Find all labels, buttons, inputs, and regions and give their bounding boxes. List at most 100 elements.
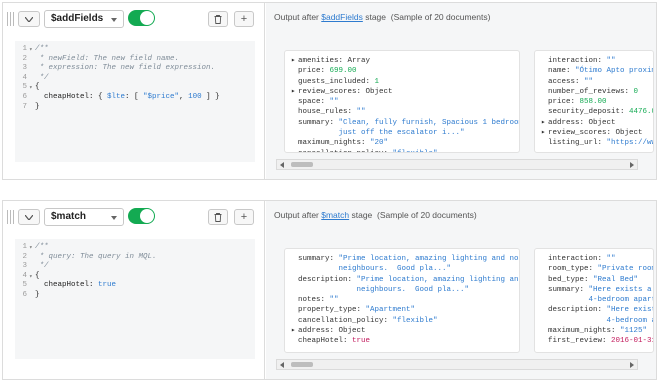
- output-suffix: stage: [362, 12, 386, 22]
- editor-line: 7}: [15, 103, 255, 113]
- stage-code-editor[interactable]: 1 ▾/** 2 * newField: The new field name. 3 …: [15, 41, 255, 162]
- add-stage-button[interactable]: +: [234, 11, 254, 27]
- field-key: neighbours. Good pla...": [298, 285, 470, 294]
- code-text: * newField: The new field name.: [35, 54, 180, 63]
- document-field: neighbours. Good pla...": [291, 285, 519, 295]
- expand-caret-icon[interactable]: ▸: [291, 87, 298, 97]
- stage-operator-value: $addFields: [51, 13, 104, 24]
- collapse-stage-button[interactable]: [18, 11, 40, 27]
- field-value: 858.00: [579, 98, 607, 107]
- sample-info: (Sample of 20 documents): [377, 210, 477, 220]
- field-key: review_scores:: [548, 129, 616, 138]
- editor-line: 5 cheapHotel: true: [15, 281, 255, 291]
- document-field: cheapHotel: true: [291, 336, 519, 346]
- field-value: "": [329, 98, 339, 107]
- field-value: Object: [615, 129, 643, 138]
- field-value: Object: [338, 327, 366, 336]
- field-value: "": [606, 255, 616, 263]
- expand-caret-icon[interactable]: ▸: [291, 326, 298, 336]
- stage-operator-link[interactable]: $addFields: [321, 12, 363, 22]
- line-number: 7: [22, 102, 27, 111]
- document-field[interactable]: ▸ address: Object: [291, 326, 519, 336]
- field-key: summary:: [298, 255, 339, 263]
- field-key: cancellation_policy:: [298, 316, 393, 325]
- toggle-knob: [140, 11, 154, 25]
- document-field: bed_type: "Real Bed": [541, 275, 653, 285]
- field-key: summary:: [548, 285, 589, 294]
- document-field[interactable]: ▸ address: Object: [541, 118, 653, 128]
- field-value: Array: [347, 57, 371, 65]
- expand-caret-icon[interactable]: ▸: [541, 128, 548, 138]
- document-field: summary: "Clean, fully furnish, Spacious…: [291, 118, 519, 128]
- toggle-knob: [140, 209, 154, 223]
- code-token: ] }: [201, 92, 220, 101]
- stage-operator-link[interactable]: $match: [321, 210, 349, 220]
- field-key: 4-bedroom apart: [548, 296, 654, 305]
- expand-caret-icon[interactable]: ▸: [291, 56, 298, 66]
- field-value: "": [329, 296, 339, 305]
- field-key: cancellation_policy:: [298, 150, 393, 152]
- document-field: cancellation_policy: "flexible": [291, 149, 519, 152]
- document-field: house_rules: "": [291, 107, 519, 117]
- scroll-left-icon[interactable]: [280, 162, 284, 168]
- delete-stage-button[interactable]: [208, 209, 228, 225]
- field-value: "flexible": [392, 316, 438, 325]
- stage-operator-select[interactable]: $match: [44, 208, 124, 226]
- field-value: 699.00: [329, 67, 357, 76]
- editor-line: 6 cheapHotel: { $lte: [ "$price", 100 ] …: [15, 93, 255, 103]
- expand-caret-icon[interactable]: ▸: [541, 118, 548, 128]
- editor-line: 2 * query: The query in MQL.: [15, 253, 255, 263]
- field-value: "Here exists a: [588, 285, 652, 294]
- scroll-thumb[interactable]: [291, 162, 313, 167]
- horizontal-scrollbar[interactable]: [276, 359, 638, 370]
- editor-line: 3 */: [15, 262, 255, 272]
- output-prefix: Output after: [274, 12, 322, 22]
- field-value: "": [356, 108, 366, 117]
- field-key: summary:: [298, 118, 339, 127]
- field-value: 1: [374, 77, 380, 86]
- document-field[interactable]: ▸ review_scores: Object: [541, 128, 653, 138]
- horizontal-scrollbar[interactable]: [276, 159, 638, 170]
- field-value: "Real Bed": [593, 275, 639, 284]
- collapse-stage-button[interactable]: [18, 209, 40, 225]
- document-field: summary: "Here exists a: [541, 285, 653, 295]
- stage-enable-toggle[interactable]: [128, 10, 155, 26]
- scroll-right-icon[interactable]: [630, 362, 634, 368]
- document-field: interaction: "": [541, 254, 653, 264]
- code-text: /**: [35, 243, 49, 251]
- document-field[interactable]: ▸ amenities: Array: [291, 56, 519, 66]
- scroll-right-icon[interactable]: [630, 162, 634, 168]
- stage-code-editor[interactable]: 1 ▾/** 2 * query: The query in MQL. 3 */4 ▾{…: [15, 239, 255, 359]
- line-number: 1: [22, 243, 27, 251]
- add-stage-button[interactable]: +: [234, 209, 254, 225]
- delete-stage-button[interactable]: [208, 11, 228, 27]
- drag-handle-icon[interactable]: [7, 12, 15, 26]
- stage-output-panel: Output after $addFields stage (Sample of…: [266, 3, 656, 179]
- scroll-thumb[interactable]: [291, 362, 313, 367]
- code-text: }: [35, 290, 40, 299]
- stage-operator-select[interactable]: $addFields: [44, 10, 124, 28]
- document-field: notes: "": [291, 295, 519, 305]
- drag-handle-icon[interactable]: [7, 210, 15, 224]
- caret-down-icon: [111, 216, 117, 220]
- line-number: 5: [22, 281, 27, 290]
- document-field: first_review: 2016-01-31: [541, 336, 653, 346]
- line-number: 1: [22, 45, 27, 53]
- line-number: 3: [22, 64, 27, 73]
- code-text: }: [35, 102, 40, 111]
- scroll-left-icon[interactable]: [280, 362, 284, 368]
- field-value: "1125": [620, 327, 648, 336]
- field-key: property_type:: [298, 306, 366, 315]
- document-field: room_type: "Private room: [541, 264, 653, 274]
- document-field[interactable]: ▸ review_scores: Object: [291, 87, 519, 97]
- stage-enable-toggle[interactable]: [128, 208, 155, 224]
